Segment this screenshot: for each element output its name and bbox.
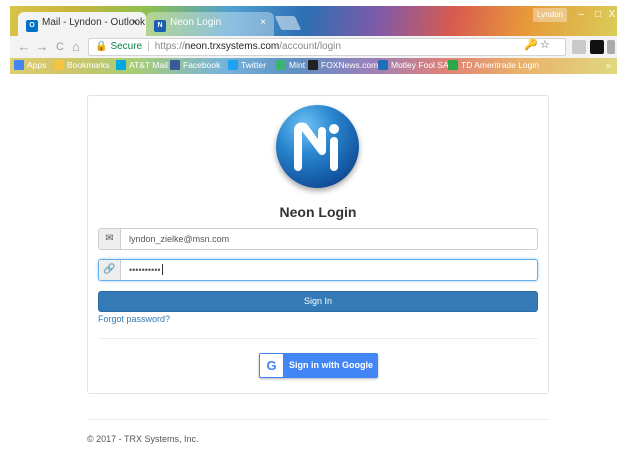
maximize-button[interactable]: □ <box>590 8 606 22</box>
address-path: /account/login <box>279 41 341 52</box>
bookmark-facebook[interactable]: Facebook <box>170 60 220 70</box>
sign-in-button[interactable]: Sign In <box>98 291 538 312</box>
bookmark-label: Apps <box>27 60 47 70</box>
close-window-button[interactable]: X <box>607 8 617 22</box>
bookmark-label: Facebook <box>183 60 221 70</box>
link-icon: 🔗 <box>99 260 121 280</box>
bookmark-label: Bookmarks <box>67 60 110 70</box>
bookmark-label: Mint <box>289 60 306 70</box>
bookmark-apps[interactable]: Apps <box>14 60 46 70</box>
google-sign-in-label: Sign in with Google <box>289 360 373 370</box>
bookmark-label: Motley Fool SA <box>391 60 449 70</box>
twitter-icon <box>228 60 238 70</box>
neon-icon: N <box>154 20 166 32</box>
address-protocol: https:// <box>154 41 185 52</box>
att-icon <box>116 60 126 70</box>
apps-icon <box>14 60 24 70</box>
page-title: Neon Login <box>279 204 357 220</box>
bookmarks-overflow-icon[interactable]: » <box>606 60 611 70</box>
tab-strip: O Mail - Lyndon - Outlook × N Neon Login ×… <box>10 6 617 36</box>
tab-neon-login[interactable]: N Neon Login × <box>146 12 274 36</box>
menu-icon[interactable] <box>607 40 615 54</box>
profile-button[interactable]: Lyndon <box>533 8 567 22</box>
new-tab-button[interactable] <box>274 16 302 30</box>
neon-logo <box>276 105 359 188</box>
bookmark-label: FOXNews.com <box>321 60 379 70</box>
bookmark-label: Twitter <box>241 60 267 70</box>
bookmark-twitter[interactable]: Twitter <box>228 60 266 70</box>
tab-label: Mail - Lyndon - Outlook <box>42 17 146 28</box>
bookmark-label: AT&T Mail <box>129 60 168 70</box>
td-icon <box>448 60 458 70</box>
address-host: neon.trxsystems.com <box>184 41 280 52</box>
envelope-icon: ✉ <box>99 229 121 249</box>
password-field[interactable]: 🔗 •••••••••• <box>98 259 538 281</box>
outlook-icon: O <box>26 20 38 32</box>
tab-outlook[interactable]: O Mail - Lyndon - Outlook × <box>18 12 146 36</box>
bookmark-star-icon[interactable]: ☆ <box>540 38 550 51</box>
mint-icon <box>276 60 286 70</box>
bookmark-foxnews[interactable]: FOXNews.com <box>308 60 378 70</box>
facebook-icon <box>170 60 180 70</box>
forgot-password-link[interactable]: Forgot password? <box>98 314 170 324</box>
bookmark-label: TD Ameritrade Login <box>461 60 539 70</box>
tab-close-icon[interactable]: × <box>132 17 138 28</box>
tab-label: Neon Login <box>170 17 222 28</box>
fox-icon <box>308 60 318 70</box>
text-caret <box>161 264 163 275</box>
back-icon[interactable]: ← <box>16 39 32 55</box>
neon-logo-mark <box>294 122 339 171</box>
amazon-extension-icon[interactable] <box>590 40 604 54</box>
password-value: •••••••••• <box>129 265 161 275</box>
bookmark-mint[interactable]: Mint <box>276 60 305 70</box>
bookmark-att-mail[interactable]: AT&T Mail <box>116 60 168 70</box>
browser-toolbar: ← → C ⌂ 🔒 Secure | https://neon.trxsystems.… <box>10 36 617 58</box>
bookmark-td-ameritrade[interactable]: TD Ameritrade Login <box>448 60 539 70</box>
address-bar[interactable]: 🔒 Secure | https://neon.trxsystems.com/acco… <box>88 38 566 56</box>
bookmark-motley-fool[interactable]: Motley Fool SA <box>378 60 449 70</box>
browser-chrome: O Mail - Lyndon - Outlook × N Neon Login ×… <box>10 6 617 74</box>
tab-close-icon[interactable]: × <box>260 17 266 28</box>
password-input[interactable]: •••••••••• <box>129 260 163 280</box>
forward-icon[interactable]: → <box>34 39 50 55</box>
folder-icon <box>54 60 64 70</box>
footer-divider <box>87 419 549 420</box>
address-separator: | <box>147 41 150 52</box>
google-sign-in-button[interactable]: G Sign in with Google <box>259 353 378 378</box>
email-field[interactable]: ✉ lyndon_zielke@msn.com <box>98 228 538 250</box>
lock-icon: 🔒 <box>95 41 108 52</box>
secure-label: Secure <box>110 41 143 52</box>
divider <box>98 338 538 339</box>
reload-icon[interactable]: C <box>52 39 68 55</box>
bookmarks-bar: Apps Bookmarks AT&T Mail Facebook Twitte… <box>10 58 617 74</box>
email-input[interactable]: lyndon_zielke@msn.com <box>129 229 229 249</box>
copyright-text: © 2017 - TRX Systems, Inc. <box>87 434 199 444</box>
minimize-button[interactable]: – <box>573 8 589 22</box>
bookmark-bookmarks[interactable]: Bookmarks <box>54 60 110 70</box>
extension-icon[interactable] <box>572 40 586 54</box>
key-icon[interactable]: 🔑 <box>524 38 538 51</box>
home-icon[interactable]: ⌂ <box>68 39 84 55</box>
google-icon: G <box>260 354 283 377</box>
fool-icon <box>378 60 388 70</box>
